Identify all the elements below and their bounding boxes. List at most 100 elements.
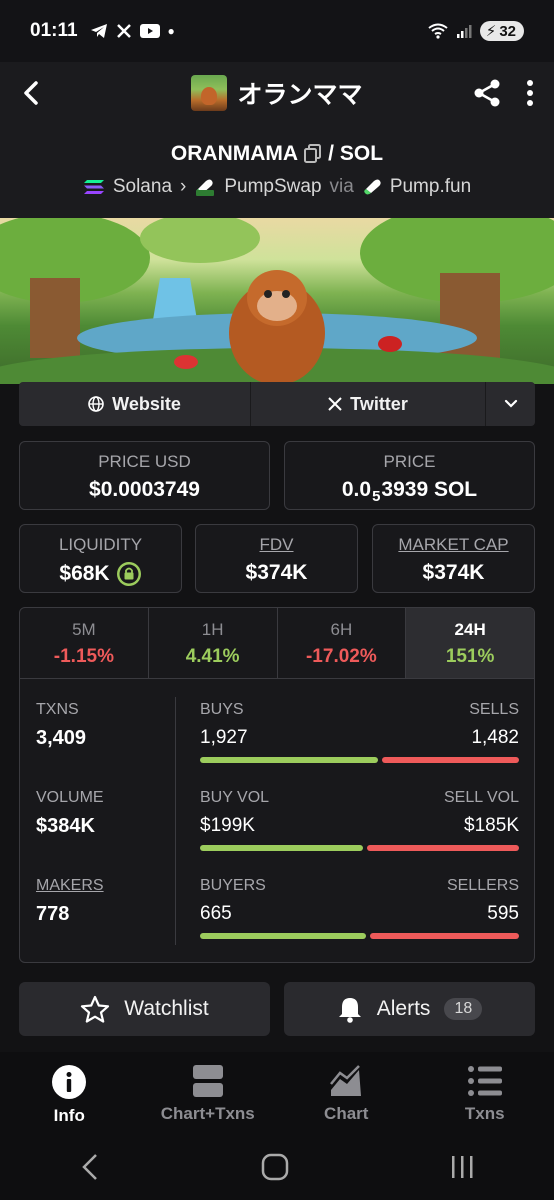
system-home-icon[interactable] — [261, 1153, 289, 1181]
price-native-value: 0.0 5 3939 SOL — [285, 478, 534, 505]
stats-body: TXNS 3,409 VOLUME $384K MAKERS 778 BUYS … — [20, 679, 534, 962]
tab-change: -17.02% — [305, 646, 377, 667]
watchlist-button[interactable]: Watchlist — [19, 982, 270, 1036]
split-bar — [200, 757, 519, 763]
tab-5m[interactable]: 5M -1.15% — [20, 608, 149, 678]
sells-value: 1,482 — [471, 727, 519, 748]
more-options-icon[interactable] — [526, 79, 534, 107]
split-bar — [200, 845, 520, 851]
chain-link[interactable]: Solana — [113, 176, 172, 198]
buys-sells-split: BUYS SELLS 1,927 1,482 — [200, 701, 519, 763]
bottom-nav: Info Chart+Txns Chart Txns — [0, 1052, 554, 1134]
website-label: Website — [112, 393, 181, 414]
share-icon[interactable] — [472, 78, 502, 108]
x-logo-icon — [328, 397, 342, 411]
sell-vol-value: $185K — [464, 815, 519, 836]
price-usd-label: PRICE USD — [98, 452, 191, 471]
price-native-zero-count: 5 — [372, 487, 381, 505]
volume-label: VOLUME — [36, 789, 104, 806]
tab-change: -1.15% — [53, 646, 114, 667]
tab-change: 4.41% — [185, 646, 240, 667]
chevron-right-icon: › — [180, 176, 187, 197]
tab-label: 1H — [201, 620, 224, 639]
split-labels: BUY VOL SELL VOL — [200, 789, 519, 807]
notification-icons: ● — [90, 23, 175, 39]
x-icon — [116, 24, 131, 38]
nav-chart-txns[interactable]: Chart+Txns — [139, 1052, 278, 1134]
nav-chart-label: Chart — [324, 1104, 369, 1123]
star-icon — [81, 995, 110, 1023]
status-time: 01:11 — [30, 20, 78, 41]
twitter-label: Twitter — [350, 393, 408, 414]
fdv-card[interactable]: FDV $374K — [195, 524, 358, 593]
copy-icon[interactable] — [304, 144, 322, 164]
telegram-icon — [90, 24, 107, 38]
buys-bar — [200, 757, 379, 763]
nav-chart-txns-label: Chart+Txns — [160, 1104, 255, 1123]
tab-24h[interactable]: 24H 151% — [406, 608, 534, 678]
system-back-icon[interactable] — [80, 1153, 100, 1181]
split-values: 1,927 1,482 — [200, 727, 519, 749]
header-actions — [472, 78, 554, 108]
sellers-value: 595 — [487, 903, 519, 924]
tab-1h[interactable]: 1H 4.41% — [149, 608, 278, 678]
chart-txns-icon — [192, 1065, 223, 1097]
makers-stat[interactable]: MAKERS 778 — [36, 877, 104, 926]
market-cap-value: $374K — [422, 561, 485, 584]
lock-icon[interactable] — [116, 561, 142, 587]
more-links-button[interactable] — [486, 382, 535, 426]
page-title: オランママ — [237, 81, 363, 109]
base-symbol: ORANMAMA — [170, 142, 299, 165]
signal-icon — [456, 25, 472, 38]
alerts-button[interactable]: Alerts 18 — [284, 982, 535, 1036]
buyers-value: 665 — [200, 903, 232, 924]
split-values: 665 595 — [200, 903, 519, 925]
sellers-bar — [370, 933, 519, 939]
fdv-label: FDV — [259, 535, 294, 554]
volume-stat: VOLUME $384K — [36, 789, 104, 838]
alerts-label: Alerts — [376, 997, 431, 1020]
pair-path: Solana › PumpSwap via Pump.fun — [0, 176, 554, 198]
twitter-button[interactable]: Twitter — [251, 382, 485, 426]
pumpfun-icon — [364, 179, 381, 195]
website-button[interactable]: Website — [19, 382, 250, 426]
dex-link[interactable]: PumpSwap — [224, 176, 321, 198]
system-recents-icon[interactable] — [450, 1155, 474, 1179]
tab-6h[interactable]: 6H -17.02% — [278, 608, 407, 678]
split-bar — [200, 933, 519, 939]
volume-split: BUY VOL SELL VOL $199K $185K — [200, 789, 520, 851]
dot-icon: ● — [167, 24, 175, 38]
launchpad-link[interactable]: Pump.fun — [390, 176, 471, 198]
pumpswap-icon — [196, 179, 215, 196]
pair-title: ORANMAMA / SOL — [0, 142, 554, 166]
makers-value: 778 — [36, 903, 70, 925]
back-button[interactable] — [0, 62, 62, 124]
status-bar: 01:11 ● ⚡ 32 — [0, 0, 554, 62]
buys-label: BUYS — [200, 701, 244, 718]
nav-txns-label: Txns — [464, 1104, 505, 1123]
liquidity-value: $68K — [59, 562, 110, 585]
market-cap-card[interactable]: MARKET CAP $374K — [372, 524, 535, 593]
txns-stat: TXNS 3,409 — [36, 701, 86, 750]
nav-chart[interactable]: Chart — [277, 1052, 416, 1134]
banner-illustration — [0, 218, 554, 384]
buyers-bar — [200, 933, 367, 939]
buyers-sellers-split: BUYERS SELLERS 665 595 — [200, 877, 519, 939]
nav-info[interactable]: Info — [0, 1052, 139, 1134]
sells-bar — [382, 757, 519, 763]
volume-value: $384K — [36, 815, 95, 837]
stats-panel: 5M -1.15% 1H 4.41% 6H -17.02% 24H 151% T… — [19, 607, 535, 963]
chevron-left-icon — [24, 81, 38, 105]
price-native-prefix: 0.0 — [341, 478, 372, 501]
price-usd-card: PRICE USD $0.0003749 — [19, 441, 270, 510]
sell-vol-label: SELL VOL — [443, 789, 519, 806]
liquidity-value-row: $68K — [20, 561, 181, 587]
nav-txns[interactable]: Txns — [416, 1052, 554, 1134]
sell-vol-bar — [367, 845, 520, 851]
price-native-label: PRICE — [383, 452, 436, 471]
pair-separator: / — [328, 142, 334, 165]
battery-level: 32 — [499, 22, 516, 40]
watchlist-label: Watchlist — [124, 997, 209, 1020]
tab-label: 6H — [330, 620, 353, 639]
chevron-down-icon — [504, 399, 517, 408]
